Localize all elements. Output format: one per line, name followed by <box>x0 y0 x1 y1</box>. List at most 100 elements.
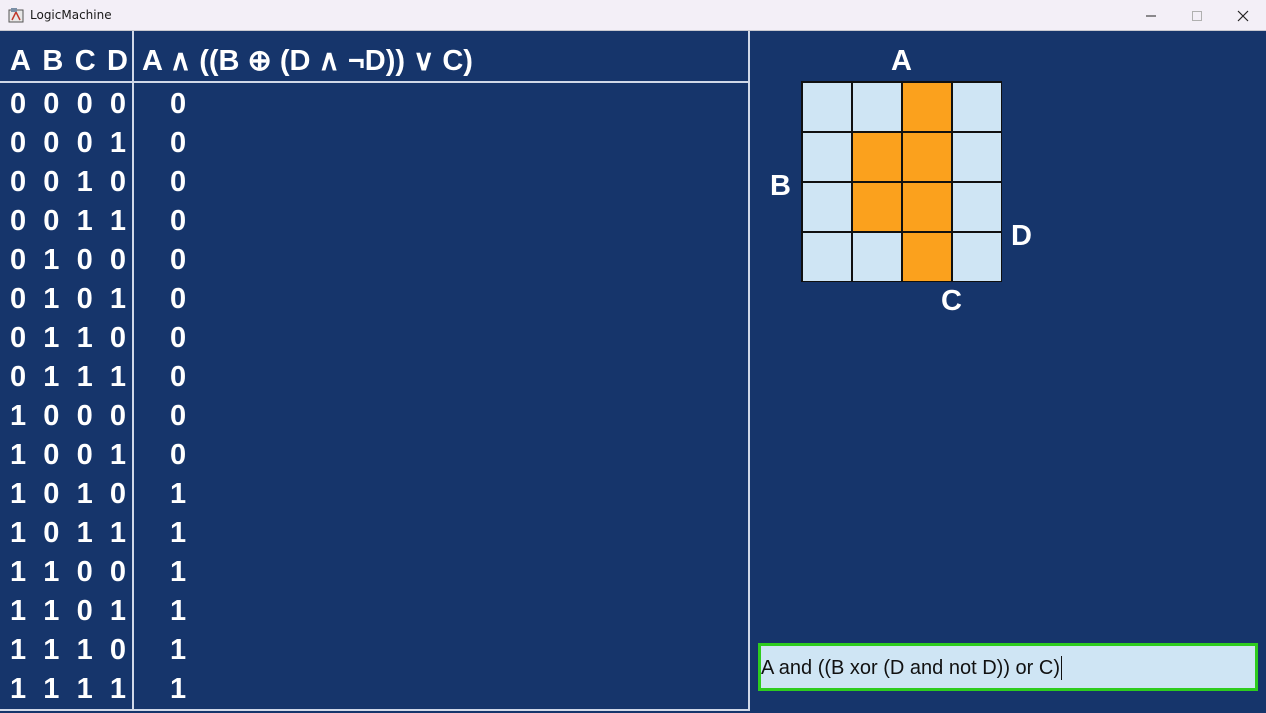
truth-table-panel: A B C D A ∧ ((B ⊕ (D ∧ ¬D)) ∨ C) 0000000… <box>0 31 750 711</box>
row-inputs: 1000 <box>10 399 126 433</box>
kmap-cell <box>902 232 952 282</box>
input-bit: 1 <box>10 673 27 705</box>
output-value: 0 <box>170 322 187 354</box>
output-value: 1 <box>170 556 187 588</box>
header-var-b: B <box>42 45 64 77</box>
row-inputs: 1011 <box>10 516 126 550</box>
output-value: 0 <box>170 88 187 120</box>
table-row: 00010 <box>0 126 750 165</box>
kmap-label-top: A <box>891 45 912 77</box>
row-inputs: 0001 <box>10 126 126 160</box>
input-bit: 0 <box>10 283 27 315</box>
row-inputs: 0011 <box>10 204 126 238</box>
input-bit: 0 <box>43 205 60 237</box>
input-bit: 1 <box>109 361 126 393</box>
table-row: 01110 <box>0 360 750 399</box>
input-bit: 0 <box>109 166 126 198</box>
input-bit: 1 <box>43 244 60 276</box>
output-value: 0 <box>170 400 187 432</box>
table-row: 0110 0 <box>0 321 750 360</box>
input-bit: 0 <box>43 88 60 120</box>
table-row: 00000 <box>0 87 750 126</box>
output-value: 0 <box>170 244 187 276</box>
output-value: 1 <box>170 673 187 705</box>
input-bit: 0 <box>109 556 126 588</box>
table-row: 11001 <box>0 555 750 594</box>
input-bit: 0 <box>43 400 60 432</box>
table-row: 11101 <box>0 633 750 672</box>
kmap-cell <box>802 82 852 132</box>
kmap-label-left: B <box>770 170 791 202</box>
header-var-d: D <box>107 45 128 77</box>
maximize-button[interactable] <box>1174 0 1220 31</box>
output-value: 0 <box>170 439 187 471</box>
input-bit: 0 <box>43 517 60 549</box>
header-var-a: A <box>10 45 31 77</box>
input-bit: 0 <box>43 127 60 159</box>
input-bit: 1 <box>76 634 93 666</box>
kmap-cell <box>902 132 952 182</box>
close-icon <box>1237 10 1249 21</box>
table-row: 11011 <box>0 594 750 633</box>
header-divider <box>0 81 750 83</box>
table-row: 10000 <box>0 399 750 438</box>
input-bit: 1 <box>43 361 60 393</box>
input-bit: 0 <box>10 361 27 393</box>
expression-input-value: A and ((B xor (D and not D)) or C) <box>761 657 1060 679</box>
input-bit: 0 <box>76 127 93 159</box>
table-row: 00110 <box>0 204 750 243</box>
output-value: 0 <box>170 205 187 237</box>
table-row: 10111 <box>0 516 750 555</box>
input-bit: 0 <box>76 439 93 471</box>
output-value: 0 <box>170 361 187 393</box>
kmap-cell <box>802 182 852 232</box>
input-bit: 0 <box>109 244 126 276</box>
input-bit: 1 <box>109 673 126 705</box>
close-button[interactable] <box>1220 0 1266 31</box>
input-bit: 1 <box>43 556 60 588</box>
expression-input-text[interactable]: A and ((B xor (D and not D)) or C) <box>761 656 1062 680</box>
input-bit: 1 <box>10 400 27 432</box>
input-bit: 0 <box>43 478 60 510</box>
input-bit: 1 <box>10 595 27 627</box>
input-bit: 1 <box>10 517 27 549</box>
kmap-cell <box>902 182 952 232</box>
input-bit: 1 <box>10 634 27 666</box>
kmap-cell <box>852 182 902 232</box>
table-row: 01000 <box>0 243 750 282</box>
input-bit: 1 <box>43 322 60 354</box>
row-inputs: 0110 <box>10 321 126 355</box>
input-bit: 0 <box>10 166 27 198</box>
input-bit: 0 <box>76 283 93 315</box>
input-bit: 0 <box>76 595 93 627</box>
input-bit: 1 <box>109 595 126 627</box>
kmap-cell <box>952 132 1002 182</box>
input-bit: 1 <box>10 439 27 471</box>
maximize-icon <box>1192 10 1202 21</box>
row-inputs: 0100 <box>10 243 126 277</box>
table-row: 11111 <box>0 672 750 711</box>
kmap-cell <box>852 132 902 182</box>
variable-headers: A B C D <box>10 45 128 77</box>
input-bit: 1 <box>109 517 126 549</box>
input-bit: 0 <box>43 166 60 198</box>
input-bit: 1 <box>109 283 126 315</box>
row-inputs: 0000 <box>10 87 126 121</box>
karnaugh-map-panel: A B D C <box>752 31 1266 711</box>
input-bit: 0 <box>10 127 27 159</box>
input-bit: 1 <box>10 478 27 510</box>
input-bit: 1 <box>76 166 93 198</box>
input-bit: 1 <box>109 127 126 159</box>
kmap-cell <box>802 232 852 282</box>
input-bit: 1 <box>76 673 93 705</box>
input-bit: 0 <box>109 400 126 432</box>
table-row: 01010 <box>0 282 750 321</box>
kmap-cell <box>952 182 1002 232</box>
row-inputs: 0010 <box>10 165 126 199</box>
row-inputs: 1101 <box>10 594 126 628</box>
input-bit: 0 <box>109 478 126 510</box>
minimize-button[interactable] <box>1128 0 1174 31</box>
input-bit: 1 <box>76 478 93 510</box>
input-bit: 1 <box>10 556 27 588</box>
input-bit: 0 <box>76 556 93 588</box>
